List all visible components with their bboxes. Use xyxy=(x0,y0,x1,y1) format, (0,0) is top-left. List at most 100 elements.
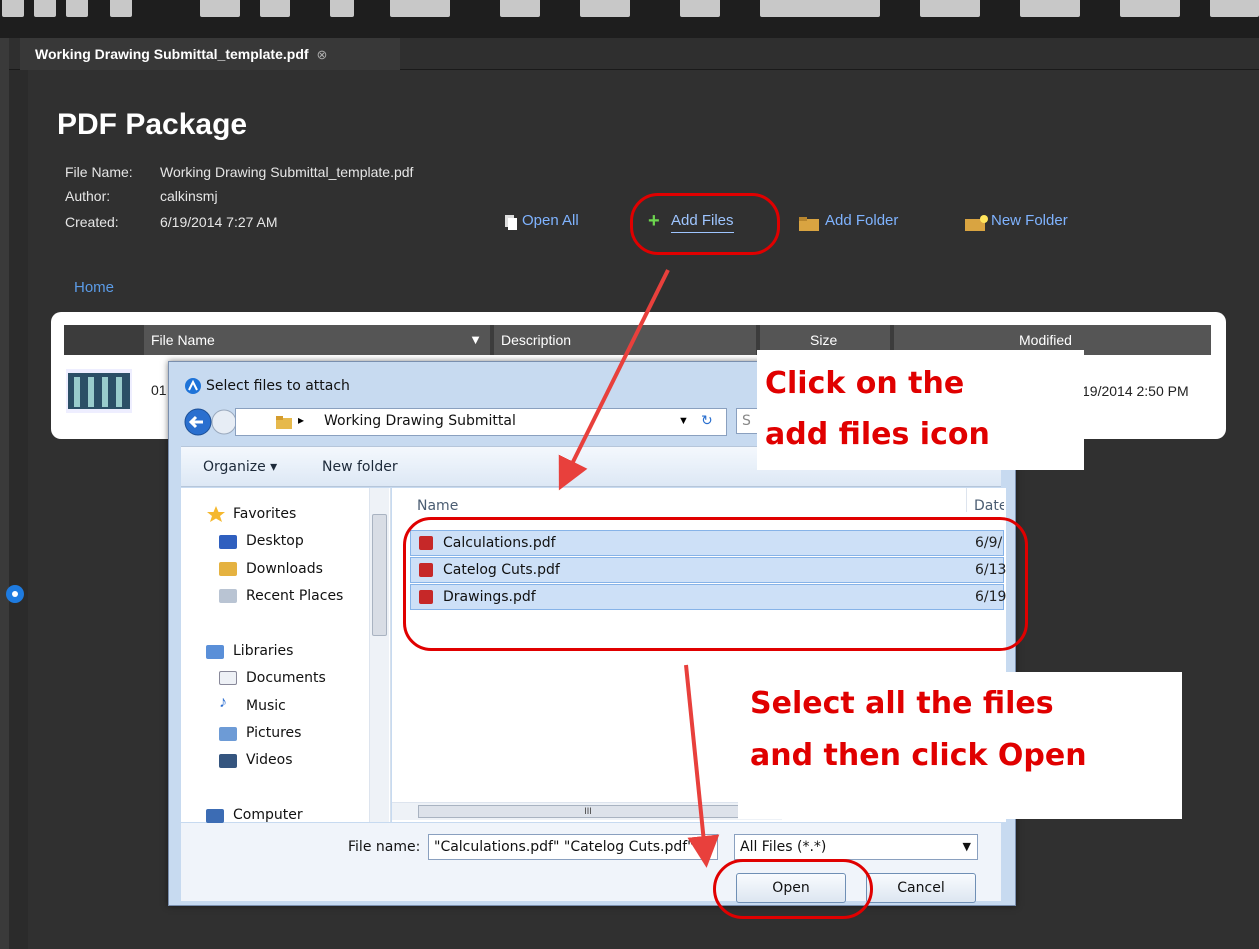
open-all-label: Open All xyxy=(522,212,579,229)
pictures-icon xyxy=(219,727,237,741)
address-bar[interactable]: ▸ Working Drawing Submittal ▼ ↻ xyxy=(235,408,727,436)
nav-downloads[interactable]: Downloads xyxy=(246,561,323,577)
col-modified-label: Modified xyxy=(1019,332,1072,348)
nav-favorites[interactable]: Favorites xyxy=(233,506,296,522)
open-highlight-ring xyxy=(713,859,873,919)
dialog-title: Select files to attach xyxy=(206,378,350,394)
author-label: Author: xyxy=(65,188,111,204)
star-icon xyxy=(207,506,225,522)
music-icon: ♪ xyxy=(219,694,227,711)
horizontal-scrollbar[interactable]: III xyxy=(392,802,782,820)
desktop-icon xyxy=(219,535,237,549)
callout-add-files-line1: Click on the xyxy=(765,366,965,401)
col-divider[interactable] xyxy=(966,488,967,512)
file-name-value: Working Drawing Submittal_template.pdf xyxy=(160,164,414,180)
angle-icon[interactable] xyxy=(1210,0,1259,17)
row-file-name[interactable]: 01 xyxy=(151,382,167,398)
top-toolbar xyxy=(0,0,1259,38)
measure-icon[interactable] xyxy=(1020,0,1080,17)
left-side-bar xyxy=(0,38,24,949)
col-file-name-label: File Name xyxy=(151,332,215,348)
nav-computer[interactable]: Computer xyxy=(233,807,303,822)
stamp-tools-icon[interactable] xyxy=(760,0,880,17)
author-value: calkinsmj xyxy=(160,188,218,204)
sort-down-icon[interactable]: ▼ xyxy=(469,325,482,355)
cancel-button[interactable]: Cancel xyxy=(866,873,976,903)
open-all-icon xyxy=(505,215,517,230)
new-folder-dialog-button[interactable]: New folder xyxy=(322,459,398,475)
file-name-label: File Name: xyxy=(65,164,133,180)
nav-pictures[interactable]: Pictures xyxy=(246,725,301,741)
files-highlight-ring xyxy=(403,517,1028,651)
callout-select-files: Select all the files and then click Open xyxy=(738,672,1182,819)
drawing-thumbnail-icon xyxy=(66,369,132,413)
stamp-icon[interactable] xyxy=(200,0,240,17)
nav-desktop[interactable]: Desktop xyxy=(246,533,304,549)
callout-select-line2: and then click Open xyxy=(750,738,1087,773)
text-icon[interactable] xyxy=(330,0,354,17)
file-type-select[interactable]: All Files (*.*) ▼ xyxy=(734,834,978,860)
back-forward-icons[interactable] xyxy=(182,406,242,438)
recent-places-icon xyxy=(219,589,237,603)
nav-videos[interactable]: Videos xyxy=(246,752,293,768)
nav-music[interactable]: Music xyxy=(246,698,286,714)
ocr-icon[interactable] xyxy=(34,0,56,17)
file-name-input[interactable]: "Calculations.pdf" "Catelog Cuts.pdf" xyxy=(428,834,718,860)
new-folder-label: New Folder xyxy=(991,212,1068,229)
shape-icon[interactable] xyxy=(260,0,290,17)
col-file-name[interactable]: File Name ▼ xyxy=(144,325,490,355)
pen-icon[interactable] xyxy=(110,0,132,17)
tab-working-drawing[interactable]: Working Drawing Submittal_template.pdf ⊗ xyxy=(20,38,400,70)
file-thumbnail[interactable] xyxy=(66,369,132,413)
nav-documents[interactable]: Documents xyxy=(246,670,326,686)
callout-add-files: Click on the add files icon xyxy=(757,350,1084,470)
nav-scrollbar[interactable] xyxy=(369,488,389,822)
polyline-icon[interactable] xyxy=(680,0,720,17)
col-size-label: Size xyxy=(810,332,838,348)
breadcrumb-home[interactable]: Home xyxy=(74,279,114,296)
libraries-icon xyxy=(206,645,224,659)
nav-recent-places[interactable]: Recent Places xyxy=(246,588,343,604)
col-date-header[interactable]: Date xyxy=(974,498,1004,514)
close-tab-icon[interactable]: ⊗ xyxy=(316,47,327,62)
tab-title: Working Drawing Submittal_template.pdf xyxy=(35,46,309,62)
current-folder[interactable]: Working Drawing Submittal xyxy=(324,413,516,429)
refresh-icon[interactable]: ↻ xyxy=(701,412,713,429)
area-icon[interactable] xyxy=(1120,0,1180,17)
panel-toggle-icon[interactable] xyxy=(6,585,24,603)
file-name-prompt: File name: xyxy=(348,839,421,855)
row-modified: 19/2014 2:50 PM xyxy=(1082,383,1189,399)
markup-icon[interactable] xyxy=(390,0,450,17)
add-folder-label: Add Folder xyxy=(825,212,899,229)
hscroll-thumb[interactable]: III xyxy=(418,805,758,818)
breadcrumb-arrow-icon[interactable]: ▸ xyxy=(298,413,304,427)
edit-icon[interactable] xyxy=(66,0,88,17)
videos-icon xyxy=(219,754,237,768)
created-label: Created: xyxy=(65,214,119,230)
add-folder-icon xyxy=(799,217,819,231)
add-files-highlight-ring xyxy=(630,193,780,255)
documents-icon xyxy=(219,671,237,685)
downloads-icon xyxy=(219,562,237,576)
line-icon[interactable] xyxy=(500,0,540,17)
page-title: PDF Package xyxy=(57,108,248,141)
arrow-icon[interactable] xyxy=(580,0,630,17)
col-description-label: Description xyxy=(501,332,572,348)
callout-add-files-line2: add files icon xyxy=(765,417,990,452)
address-dropdown-icon[interactable]: ▼ xyxy=(678,415,689,427)
organize-menu[interactable]: Organize ▾ xyxy=(203,459,277,475)
nav-libraries[interactable]: Libraries xyxy=(233,643,293,659)
col-name-header[interactable]: Name xyxy=(417,498,458,514)
file-type-label: All Files (*.*) xyxy=(740,839,827,855)
col-description[interactable]: Description xyxy=(494,325,756,355)
created-value: 6/19/2014 7:27 AM xyxy=(160,214,278,230)
folder-icon xyxy=(276,416,292,429)
app-logo-icon xyxy=(185,378,201,394)
chevron-down-icon[interactable]: ▼ xyxy=(963,835,971,859)
computer-icon xyxy=(206,809,224,823)
callout-icon[interactable] xyxy=(920,0,980,17)
nav-scrollbar-thumb[interactable] xyxy=(372,514,387,636)
new-folder-icon xyxy=(965,215,988,231)
callout-select-line1: Select all the files xyxy=(750,686,1054,721)
checkmark-icon[interactable] xyxy=(2,0,24,17)
